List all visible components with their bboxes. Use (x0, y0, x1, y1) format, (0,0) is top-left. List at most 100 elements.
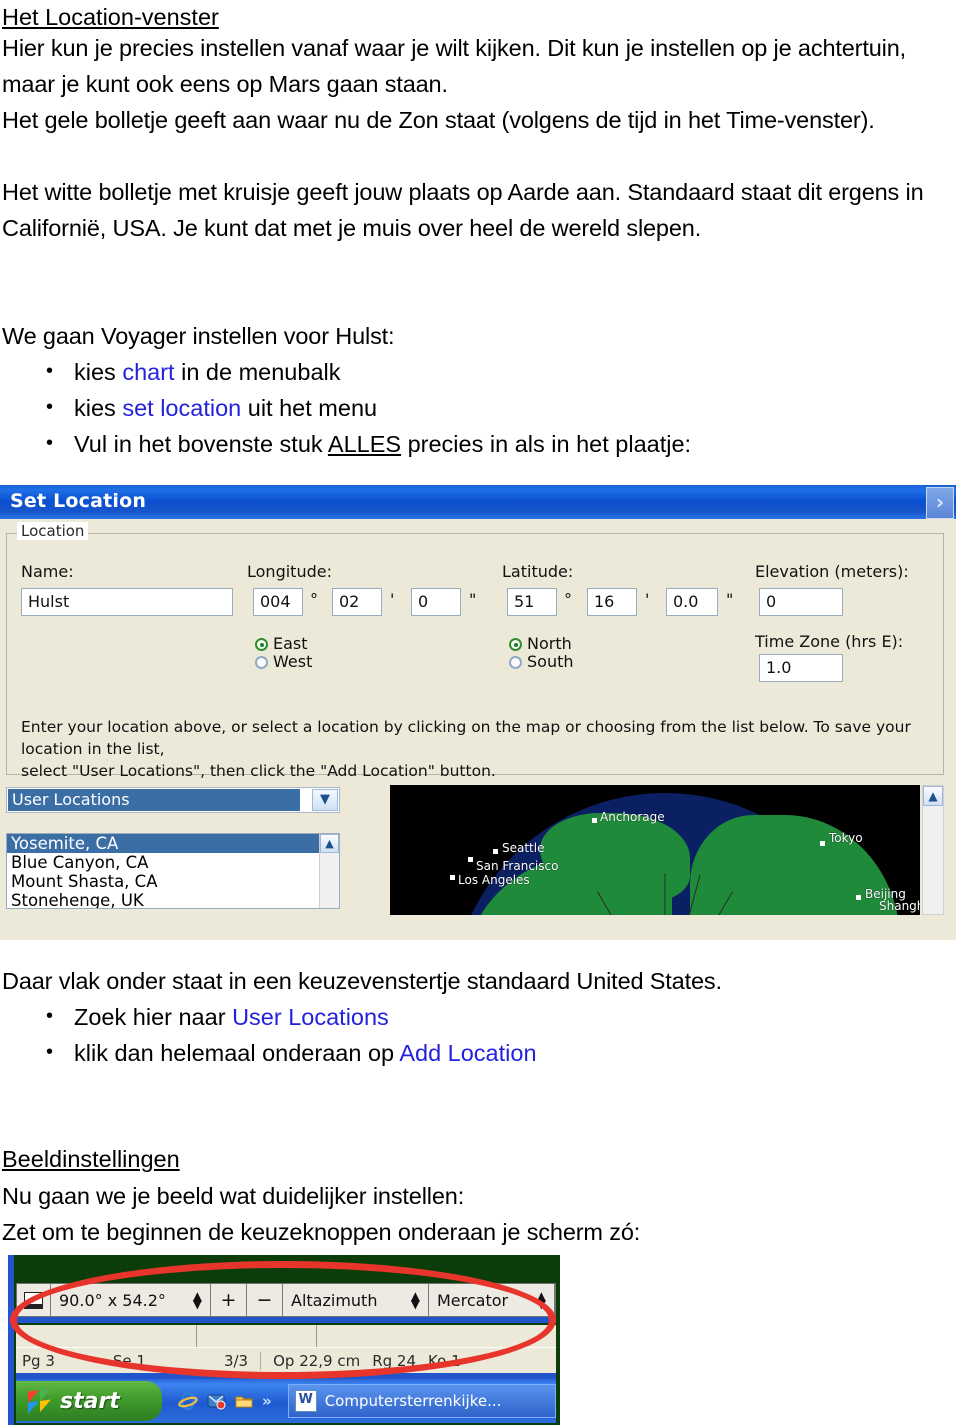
radio-north-icon (509, 638, 522, 651)
taskbar-task-label: Computersterrenkijke... (324, 1392, 502, 1410)
word-status-bar: Pg 3 Se 1 3/3 Op 22,9 cm Rg 24 Ko 1 (16, 1347, 556, 1375)
bullet-post-text: precies in als in het plaatje: (401, 431, 692, 457)
city-marker (856, 895, 861, 900)
radio-west-label: West (273, 652, 313, 671)
zoom-in-button[interactable]: + (211, 1284, 247, 1316)
radio-south-icon (509, 656, 522, 669)
zoom-out-button[interactable]: − (247, 1284, 283, 1316)
internet-explorer-icon[interactable] (178, 1391, 198, 1411)
paragraph-sun-marker: Het gele bolletje geeft aan waar nu de Z… (2, 107, 875, 133)
projection-select[interactable]: Mercator ▲ ▼ (429, 1284, 555, 1316)
longitude-minutes-input[interactable]: 02 (332, 588, 382, 616)
locations-listbox[interactable]: Yosemite, CA Blue Canyon, CA Mount Shast… (6, 833, 340, 909)
start-button-label: start (60, 1388, 120, 1414)
latitude-minute-symbol: ' (645, 590, 650, 609)
radio-south-label: South (527, 652, 574, 671)
list-item[interactable]: Stonehenge, UK (7, 891, 339, 908)
status-divider (260, 1352, 262, 1370)
radio-latitude-north[interactable]: North (509, 634, 572, 653)
word-ruler (16, 1325, 556, 1348)
city-marker (592, 818, 597, 823)
elevation-input[interactable]: 0 (759, 588, 843, 616)
longitude-second-symbol: " (469, 590, 477, 609)
timezone-input[interactable]: 1.0 (759, 654, 843, 682)
label-elevation: Elevation (meters): (755, 562, 909, 581)
projection-spinner-icon[interactable]: ▲ ▼ (537, 1290, 546, 1310)
bullet-link-add-location: Add Location (399, 1040, 537, 1066)
status-section: Se 1 (112, 1352, 146, 1370)
paragraph-toolbar-instruction: Zet om te beginnen de keuzeknoppen onder… (2, 1219, 641, 1245)
scroll-up-icon[interactable]: ▲ (923, 786, 943, 806)
voyager-toolbar-screenshot: 90.0° x 54.2° ▲ ▼ + − Altazimuth ▲ ▼ Merca… (8, 1255, 560, 1425)
coordinate-mode-spinner-icon[interactable]: ▲ ▼ (411, 1290, 420, 1310)
status-line: Rg 24 (372, 1352, 417, 1370)
bullet-list-location-steps: Zoek hier naar User Locations klik dan h… (2, 998, 954, 1071)
longitude-degrees-input[interactable]: 004 (253, 588, 303, 616)
status-vertical-position: Op 22,9 cm (273, 1352, 361, 1370)
combobox-selected-value: User Locations (8, 789, 300, 811)
city-label-san-francisco: San Francisco (476, 859, 559, 873)
groupbox-legend: Location (17, 522, 89, 540)
bullet-post-text: in de menubalk (174, 359, 341, 385)
list-item: Zoek hier naar User Locations (2, 998, 954, 1035)
world-map-globe[interactable]: Anchorage Seattle San Francisco Los Ange… (390, 785, 920, 915)
start-button[interactable]: start (16, 1381, 162, 1421)
list-item[interactable]: Blue Canyon, CA (7, 853, 339, 872)
outlook-express-icon[interactable] (206, 1391, 226, 1411)
city-marker (468, 857, 473, 862)
latitude-minutes-input[interactable]: 16 (587, 588, 637, 616)
list-item[interactable]: Mount Shasta, CA (7, 872, 339, 891)
show-desktop-folder-icon[interactable] (234, 1391, 254, 1411)
paragraph-intro: Hier kun je precies instellen vanaf waar… (2, 35, 907, 97)
paragraph-earth-marker: Het witte bolletje met kruisje geeft jou… (2, 179, 924, 241)
field-of-view-value: 90.0° x 54.2° (59, 1290, 166, 1310)
latitude-degree-symbol: ° (564, 590, 572, 609)
bullet-link-set-location: set location (122, 395, 242, 421)
dialog-titlebar: Set Location › (0, 485, 956, 519)
field-of-view-control[interactable]: 90.0° x 54.2° ▲ ▼ (51, 1284, 211, 1316)
list-item: kies set location uit het menu (2, 389, 954, 426)
label-latitude: Latitude: (502, 562, 574, 581)
taskbar-task-button[interactable]: W Computersterrenkijke... (287, 1384, 556, 1418)
bullet-pre-text: klik dan helemaal onderaan op (74, 1040, 400, 1066)
radio-longitude-east[interactable]: East (255, 634, 308, 653)
list-item: Vul in het bovenste stuk ALLES precies i… (2, 425, 954, 462)
latitude-seconds-input[interactable]: 0.0 (666, 588, 718, 616)
list-item[interactable]: Yosemite, CA (7, 834, 339, 853)
listbox-scrollbar[interactable]: ▲ (319, 834, 339, 908)
coordinate-mode-select[interactable]: Altazimuth ▲ ▼ (283, 1284, 429, 1316)
city-label-anchorage: Anchorage (600, 810, 665, 824)
bullet-emphasis-alles: ALLES (327, 431, 402, 457)
map-scrollbar[interactable]: ▲ (922, 785, 944, 915)
window-border-strip (16, 1317, 556, 1323)
radio-west-icon (255, 656, 268, 669)
dialog-title: Set Location (10, 490, 147, 512)
location-category-combobox[interactable]: User Locations ▼ (6, 787, 340, 813)
field-of-view-spinner-icon[interactable]: ▲ ▼ (193, 1290, 202, 1310)
bullet-pre-text: kies (74, 359, 123, 385)
latitude-second-symbol: " (726, 590, 734, 609)
name-input[interactable]: Hulst (21, 588, 233, 616)
label-longitude: Longitude: (247, 562, 332, 581)
label-name: Name: (21, 562, 74, 581)
latitude-degrees-input[interactable]: 51 (507, 588, 557, 616)
overflow-chevron-icon[interactable]: » (262, 1392, 272, 1410)
windows-logo-icon (28, 1388, 52, 1414)
quick-launch-bar: » (162, 1391, 282, 1411)
radio-latitude-south[interactable]: South (509, 652, 574, 671)
radio-longitude-west[interactable]: West (255, 652, 312, 671)
longitude-seconds-input[interactable]: 0 (411, 588, 461, 616)
chart-window-icon[interactable] (17, 1284, 51, 1316)
paragraph-image-settings: Nu gaan we je beeld wat duidelijker inst… (2, 1183, 465, 1209)
set-location-screenshot: Set Location › Location Name: Longitude:… (0, 485, 956, 940)
chevron-down-icon[interactable]: ▼ (312, 789, 338, 811)
radio-north-label: North (527, 634, 572, 653)
help-line-2: select "User Locations", then click the … (21, 762, 496, 780)
location-groupbox: Location Name: Longitude: Latitude: Elev… (6, 522, 944, 780)
titlebar-expand-button[interactable]: › (926, 487, 954, 519)
longitude-minute-symbol: ' (390, 590, 395, 609)
scroll-up-icon[interactable]: ▲ (320, 834, 339, 853)
projection-value: Mercator (437, 1290, 509, 1310)
section-title-beeldinstellingen: Beeldinstellingen (2, 1146, 180, 1172)
word-document-icon: W (294, 1390, 317, 1412)
